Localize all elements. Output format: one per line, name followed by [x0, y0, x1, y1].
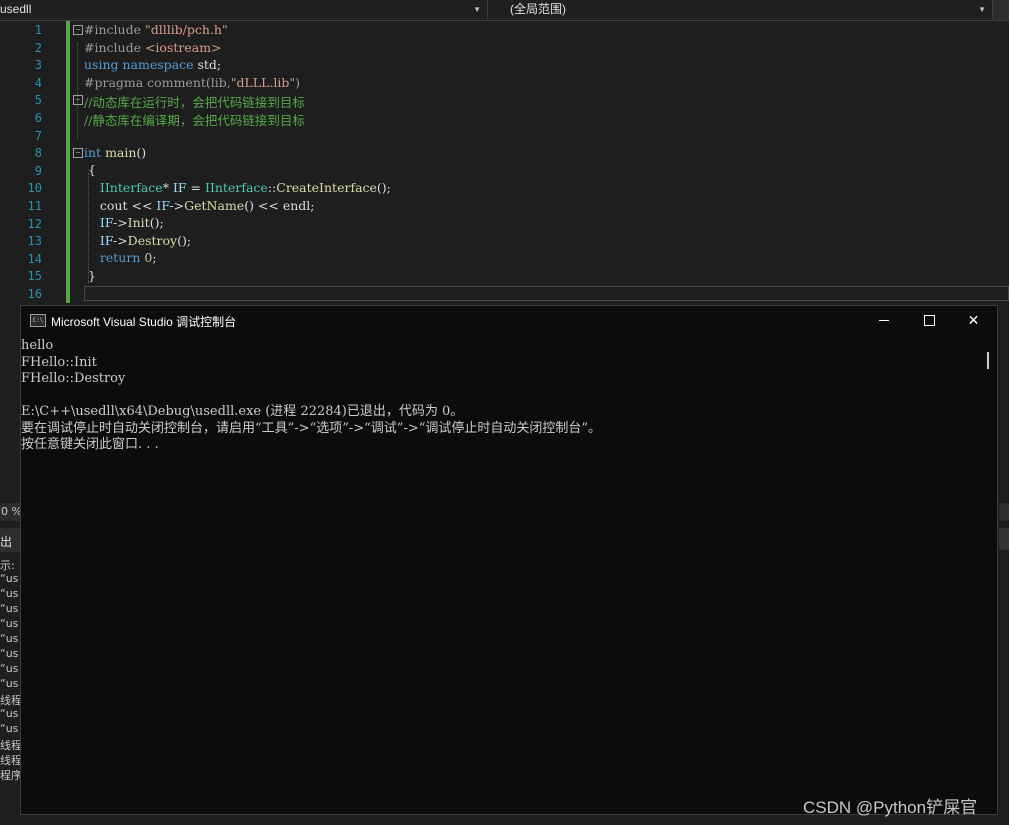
code-line-4: #pragma comment(lib,"dLLL.lib")	[84, 75, 301, 90]
code-line-13: IF->Destroy();	[99, 233, 192, 248]
project-dropdown-value: usedll	[0, 2, 32, 16]
line-number: 12	[27, 216, 42, 231]
output-line: “us	[0, 647, 19, 660]
console-scrollbar[interactable]	[980, 336, 997, 814]
line-number: 7	[34, 128, 42, 143]
output-line: “us	[0, 572, 19, 585]
code-line-14: return 0;	[99, 250, 157, 265]
console-output-line: 要在调试停止时自动关闭控制台，请启用“工具”->“选项”->“调试”->“调试停…	[21, 420, 602, 436]
console-output-line: hello	[21, 338, 54, 353]
output-line: “us	[0, 587, 19, 600]
output-tab-label: 出	[0, 535, 13, 549]
console-output-line: FHello::Init	[21, 354, 97, 370]
output-line: “us	[0, 617, 19, 630]
right-edge-bar	[999, 528, 1009, 550]
code-line-8: int main()	[84, 145, 147, 160]
output-tab[interactable]: 出	[0, 528, 22, 552]
fold-toggle-icon[interactable]: −	[73, 95, 83, 105]
line-number: 8	[34, 146, 42, 161]
console-output-line: E:\C++\usedll\x64\Debug\usedll.exe (进程 2…	[21, 404, 464, 419]
code-line-10: IInterface* IF = IInterface::CreateInter…	[99, 180, 391, 195]
fold-toggle-icon[interactable]: −	[73, 25, 83, 35]
line-number: 13	[27, 234, 42, 249]
output-line: 线程	[0, 739, 22, 752]
console-title: Microsoft Visual Studio 调试控制台	[51, 315, 237, 329]
chevron-down-icon: ▼	[978, 5, 986, 14]
split-button[interactable]	[993, 0, 1009, 20]
current-line-highlight	[84, 286, 1009, 301]
console-output: hello FHello::Init FHello::DestroyE:\C++\u…	[21, 338, 601, 454]
line-number: 16	[27, 287, 42, 301]
line-number: 9	[34, 163, 42, 178]
scope-dropdown[interactable]: (全局范围) ▼	[490, 0, 993, 19]
line-number: 1	[34, 23, 42, 37]
code-line-5: //动态库在运行时，会把代码链接到目标	[84, 95, 305, 110]
right-edge-panel	[999, 303, 1009, 825]
watermark-text: CSDN @Python铲屎官	[803, 798, 978, 817]
code-line-6: //静态库在编译期，会把代码链接到目标	[84, 113, 305, 128]
output-line: “us	[0, 707, 19, 720]
line-number: 14	[27, 251, 42, 266]
line-number: 2	[34, 40, 42, 55]
line-number: 4	[34, 75, 42, 90]
close-icon: ✕	[967, 313, 980, 329]
output-line: 线程	[0, 694, 22, 707]
console-title-bar[interactable]: C:\ Microsoft Visual Studio 调试控制台 ✕	[21, 306, 997, 336]
code-line-11: cout << IF->GetName() << endl;	[84, 198, 315, 213]
debug-console-window[interactable]: C:\ Microsoft Visual Studio 调试控制台 ✕ hell…	[20, 305, 998, 815]
maximize-button[interactable]	[906, 306, 951, 336]
close-button[interactable]: ✕	[951, 306, 996, 336]
zoom-level[interactable]: 0 %	[0, 503, 22, 521]
output-line: 线程	[0, 754, 22, 767]
code-line-3: using namespace std;	[84, 57, 222, 72]
output-line: “us	[0, 632, 19, 645]
output-line: 示:	[0, 559, 15, 572]
project-dropdown[interactable]: usedll ▼	[0, 0, 488, 19]
line-number: 5	[34, 93, 42, 108]
console-app-icon: C:\	[30, 314, 46, 327]
maximize-icon	[924, 315, 935, 326]
right-edge-bar	[999, 503, 1009, 521]
output-line: “us	[0, 602, 19, 615]
zoom-level-text: 0 %	[1, 505, 22, 518]
line-number: 3	[34, 58, 42, 73]
fold-toggle-icon[interactable]: −	[73, 148, 83, 158]
line-number: 15	[27, 269, 42, 284]
code-line-9: {	[84, 162, 96, 177]
output-line: “us	[0, 662, 19, 675]
output-line: 程序	[0, 769, 22, 782]
code-line-12: IF->Init();	[99, 215, 164, 230]
scope-dropdown-value: (全局范围)	[510, 2, 566, 16]
line-number: 11	[27, 199, 42, 213]
scrollbar-thumb[interactable]	[987, 352, 989, 369]
indent-guide	[77, 43, 79, 139]
editor-navigation-bar: usedll ▼ (全局范围) ▼	[0, 0, 1009, 21]
minimize-button[interactable]	[861, 306, 906, 336]
minimize-icon	[879, 320, 889, 321]
line-number: 10	[27, 181, 42, 196]
output-line: “us	[0, 722, 19, 735]
chevron-down-icon: ▼	[473, 5, 481, 14]
code-editor[interactable]: 1 2 3 4 5 6 7 8 9 10 11 12 13 14 15 16 − − − #include "…	[0, 21, 1009, 303]
console-output-line: 按任意键关闭此窗口. . .	[21, 437, 159, 452]
code-line-2: #include <iostream>	[84, 40, 222, 55]
change-tracking-bar	[66, 21, 70, 303]
code-line-1: #include "dlllib/pch.h"	[84, 22, 228, 37]
line-number: 6	[34, 111, 42, 125]
console-output-line: FHello::Destroy	[21, 371, 126, 386]
code-line-15: }	[84, 268, 96, 283]
output-line: “us	[0, 677, 19, 690]
